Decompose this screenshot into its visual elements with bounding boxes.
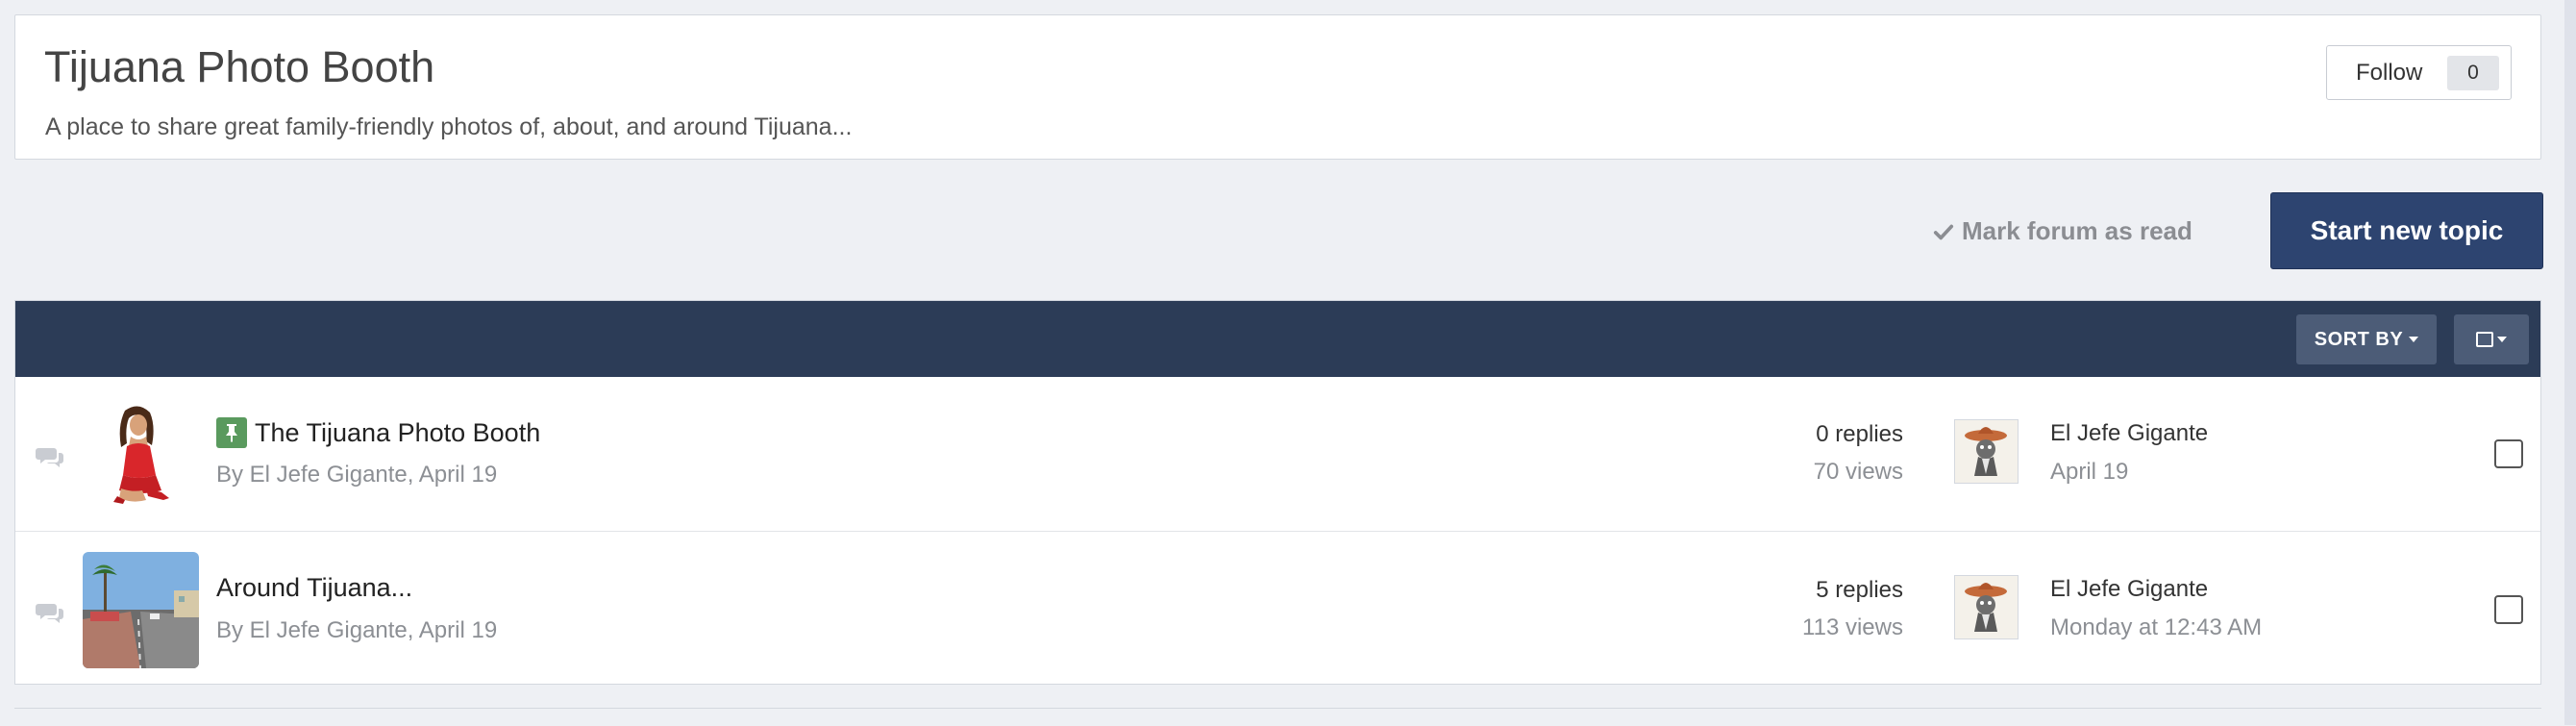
- forum-title: Tijuana Photo Booth: [44, 42, 435, 91]
- last-poster-name[interactable]: El Jefe Gigante: [2050, 420, 2208, 447]
- topic-list-header: SORT BY: [15, 301, 2540, 377]
- chat-bubbles-icon: [36, 604, 63, 623]
- reply-count: 5 replies: [1816, 577, 1903, 603]
- topic-meta: By El Jefe Gigante, April 19: [216, 462, 498, 488]
- follow-button[interactable]: Follow 0: [2326, 45, 2512, 100]
- bulk-select-button[interactable]: [2454, 314, 2529, 364]
- sombrero-cat-avatar-image: [1955, 576, 2018, 638]
- topic-title-link[interactable]: Around Tijuana...: [216, 573, 412, 603]
- last-post-date: April 19: [2050, 459, 2129, 485]
- last-post-date: Monday at 12:43 AM: [2050, 614, 2263, 640]
- last-poster-avatar[interactable]: [1954, 419, 2019, 484]
- mark-forum-read-link[interactable]: Mark forum as read: [1933, 216, 2192, 246]
- mark-forum-read-label: Mark forum as read: [1962, 216, 2192, 245]
- topic-thumbnail[interactable]: [83, 396, 199, 513]
- topic-row[interactable]: The Tijuana Photo Booth By El Jefe Gigan…: [15, 377, 2540, 532]
- last-poster-name[interactable]: El Jefe Gigante: [2050, 576, 2208, 603]
- checkbox-icon: [2476, 332, 2493, 347]
- view-count: 113 views: [1802, 614, 1903, 640]
- page-scrollbar[interactable]: [2564, 0, 2576, 725]
- last-poster-avatar[interactable]: [1954, 575, 2019, 639]
- caret-down-icon: [2409, 337, 2419, 342]
- topic-row[interactable]: Around Tijuana... By El Jefe Gigante, Ap…: [15, 533, 2540, 688]
- view-count: 70 views: [1813, 459, 1903, 485]
- caret-down-icon: [2497, 337, 2507, 342]
- topic-list: SORT BY The Tijuana Photo Booth By El Je…: [14, 300, 2541, 685]
- sort-by-button[interactable]: SORT BY: [2296, 314, 2437, 364]
- topic-stats: 0 replies 70 views: [1814, 421, 1903, 486]
- topic-stats: 5 replies 113 views: [1802, 577, 1903, 641]
- sombrero-cat-avatar-image: [1955, 420, 2018, 483]
- forum-action-bar: Mark forum as read Start new topic: [0, 189, 2576, 270]
- chat-bubbles-icon: [36, 448, 63, 467]
- street-photo-image: [83, 552, 199, 668]
- reply-count: 0 replies: [1816, 421, 1903, 447]
- follow-count-badge: 0: [2447, 56, 2499, 90]
- pin-icon: [226, 424, 237, 442]
- forum-header-card: Tijuana Photo Booth A place to share gre…: [14, 14, 2541, 160]
- row-select-checkbox[interactable]: [2494, 439, 2523, 468]
- topic-meta: By El Jefe Gigante, April 19: [216, 617, 498, 643]
- topic-title-wrap: Around Tijuana...: [216, 573, 412, 603]
- footer-strip: [14, 708, 2541, 726]
- follow-label: Follow: [2356, 59, 2423, 86]
- checkmark-icon: [1933, 224, 1954, 239]
- row-select-checkbox[interactable]: [2494, 595, 2523, 624]
- pinned-badge: [216, 417, 247, 448]
- sort-by-label: SORT BY: [2314, 328, 2404, 350]
- topic-title-link[interactable]: The Tijuana Photo Booth: [255, 418, 540, 448]
- forum-description: A place to share great family-friendly p…: [45, 113, 853, 140]
- start-new-topic-button[interactable]: Start new topic: [2270, 192, 2543, 269]
- topic-thumbnail[interactable]: [83, 552, 199, 668]
- pinup-illustration-image: [83, 396, 199, 513]
- topic-title-wrap: The Tijuana Photo Booth: [216, 417, 540, 448]
